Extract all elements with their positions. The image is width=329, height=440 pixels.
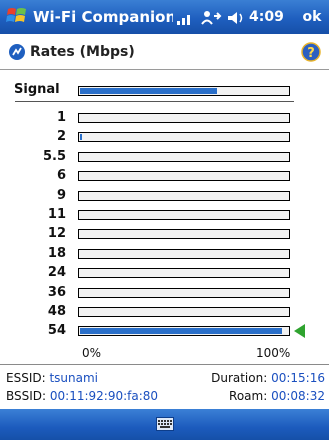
title-bar: Wi-Fi Companion 4:09 ok [0,0,329,34]
page-header: Rates (Mbps) ? [0,35,329,70]
rate-label: 2 [56,129,66,144]
duration-info: Duration: 00:15:16 [211,371,325,385]
signal-strength-icon[interactable] [176,10,194,26]
rate-bar [78,132,290,142]
rate-label: 6 [56,168,66,183]
svg-text:?: ? [307,46,315,61]
roam-info: Roam: 00:08:32 [229,389,325,403]
page-title: Rates (Mbps) [30,44,135,60]
roam-label: Roam: [229,389,268,403]
essid-info: ESSID: tsunami [6,371,98,385]
rate-label: 12 [47,226,66,241]
help-icon[interactable]: ? [301,42,321,62]
rate-label: 48 [47,304,66,319]
rate-bar [78,210,290,220]
rate-bar [78,268,290,278]
rate-bar [78,288,290,298]
volume-icon[interactable] [226,9,246,27]
menu-bar [0,409,329,440]
duration-label: Duration: [211,371,268,385]
duration-value: 00:15:16 [271,371,325,385]
keyboard-icon[interactable] [156,417,174,431]
connectivity-icon[interactable] [200,8,222,28]
rate-label: 9 [56,188,66,203]
clock[interactable]: 4:09 [249,0,284,34]
windows-start-icon[interactable] [5,4,29,28]
rate-label: 11 [47,207,66,222]
rate-label: 1 [56,110,66,125]
rate-label: 18 [47,246,66,261]
app-title: Wi-Fi Companion [33,8,173,26]
current-rate-marker-icon [294,324,305,338]
rate-label: 54 [47,323,66,338]
rate-label: 5.5 [42,149,66,164]
axis-max-label: 100% [256,346,291,360]
roam-value: 00:08:32 [271,389,325,403]
rate-bar [78,307,290,317]
bssid-label: BSSID: [6,389,47,403]
rate-label: 24 [47,265,66,280]
rate-bar-fill [80,328,282,334]
ok-button[interactable]: ok [298,4,326,30]
bssid-value: 00:11:92:90:fa:80 [49,389,159,403]
signal-bar [78,86,290,96]
signal-label: Signal [14,82,60,97]
rate-label: 36 [47,285,66,300]
rate-bar-fill [80,134,82,140]
signal-separator [15,101,294,102]
signal-bar-fill [80,88,218,94]
rate-bar [78,326,290,336]
essid-value: tsunami [49,371,99,385]
bssid-info: BSSID: 00:11:92:90:fa:80 [6,389,158,403]
rate-bar [78,249,290,259]
essid-label: ESSID: [6,371,46,385]
rate-bar [78,171,290,181]
rates-icon [9,44,25,60]
rate-bar [78,113,290,123]
info-separator [0,364,329,365]
rate-bar [78,152,290,162]
rate-bar [78,191,290,201]
axis-min-label: 0% [82,346,102,360]
rate-bar [78,229,290,239]
